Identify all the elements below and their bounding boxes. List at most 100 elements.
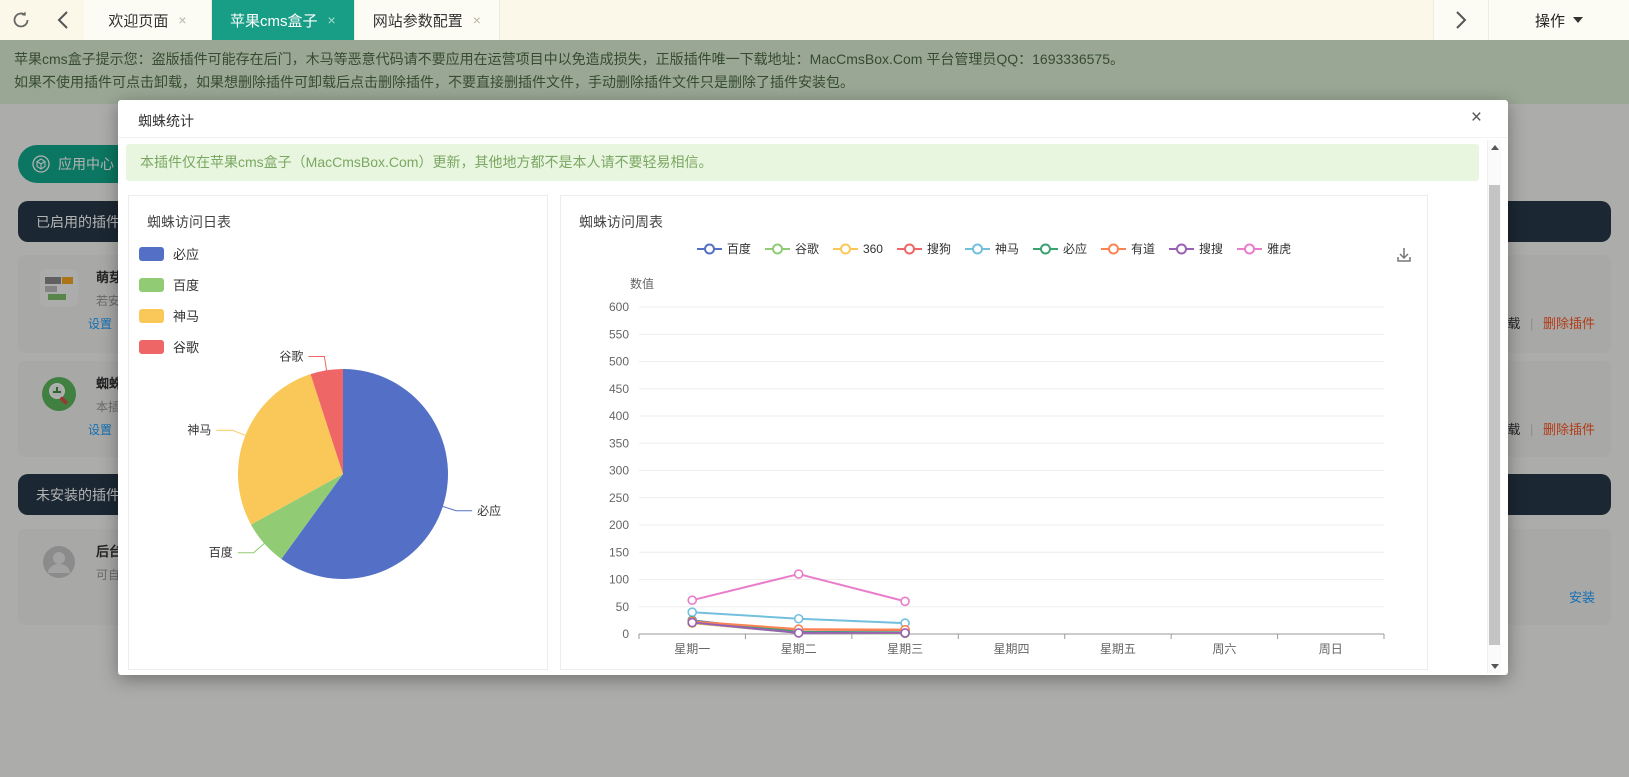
forward-icon[interactable] bbox=[1433, 0, 1489, 40]
line-card-title: 蜘蛛访问周表 bbox=[579, 212, 663, 232]
legend-swatch bbox=[139, 309, 164, 323]
modal-close-icon[interactable]: × bbox=[1471, 108, 1482, 127]
pie-slice-label: 神马 bbox=[187, 423, 211, 437]
x-axis-tick-label: 周六 bbox=[1212, 642, 1236, 656]
line-legend-item[interactable]: 雅虎 bbox=[1237, 240, 1291, 257]
legend-swatch bbox=[139, 340, 164, 354]
tab-site-config[interactable]: 网站参数配置 × bbox=[355, 0, 500, 40]
save-as-image-icon[interactable] bbox=[1395, 246, 1413, 269]
y-axis-name: 数值 bbox=[630, 276, 654, 291]
data-point-marker[interactable] bbox=[795, 615, 803, 623]
y-axis-tick-label: 150 bbox=[609, 545, 629, 559]
x-axis-tick-label: 周日 bbox=[1319, 642, 1343, 656]
pie-slice-label: 谷歌 bbox=[279, 348, 303, 363]
pie-slice-label: 百度 bbox=[209, 545, 233, 560]
back-icon[interactable] bbox=[42, 0, 84, 40]
scrollbar-up-button[interactable] bbox=[1488, 140, 1502, 154]
y-axis-tick-label: 350 bbox=[609, 436, 629, 450]
pie-legend-item[interactable]: 神马 bbox=[139, 306, 199, 325]
line-legend-icon bbox=[1169, 243, 1194, 255]
data-point-marker[interactable] bbox=[901, 597, 909, 605]
y-axis-tick-label: 250 bbox=[609, 491, 629, 505]
y-axis-tick-label: 500 bbox=[609, 355, 629, 369]
legend-label: 谷歌 bbox=[795, 240, 819, 257]
line-legend-item[interactable]: 搜搜 bbox=[1169, 240, 1223, 257]
line-legend-icon bbox=[897, 243, 922, 255]
legend-label: 360 bbox=[863, 242, 883, 256]
legend-label: 搜狗 bbox=[927, 240, 951, 257]
tab-label: 苹果cms盒子 bbox=[230, 10, 318, 31]
x-axis-tick-label: 星期一 bbox=[674, 642, 710, 656]
pie-legend-item[interactable]: 百度 bbox=[139, 275, 199, 294]
tab-bar: 欢迎页面 × 苹果cms盒子 × 网站参数配置 × 操作 bbox=[0, 0, 1629, 40]
modal-alert: 本插件仅在苹果cms盒子（MacCmsBox.Com）更新，其他地方都不是本人请… bbox=[126, 144, 1479, 181]
line-legend-item[interactable]: 必应 bbox=[1033, 240, 1087, 257]
legend-label: 必应 bbox=[1063, 240, 1087, 257]
tab-welcome[interactable]: 欢迎页面 × bbox=[84, 0, 212, 40]
line-legend-icon bbox=[1033, 243, 1058, 255]
close-icon[interactable]: × bbox=[473, 12, 481, 28]
y-axis-tick-label: 400 bbox=[609, 409, 629, 423]
refresh-icon[interactable] bbox=[0, 0, 42, 40]
line-legend-item[interactable]: 搜狗 bbox=[897, 240, 951, 257]
tabbar-right-controls: 操作 bbox=[1433, 0, 1629, 40]
data-point-marker[interactable] bbox=[688, 596, 696, 604]
close-icon[interactable]: × bbox=[328, 12, 336, 28]
modal-scrollbar bbox=[1487, 140, 1501, 673]
daily-pie-chart-card: 必应百度神马谷歌 蜘蛛访问日表 必应百度神马谷歌 bbox=[128, 195, 548, 670]
legend-label: 百度 bbox=[727, 240, 751, 257]
line-legend-icon bbox=[1237, 243, 1262, 255]
pie-slice-label: 必应 bbox=[477, 503, 501, 518]
y-axis-tick-label: 100 bbox=[609, 573, 629, 587]
spider-stats-modal: 蜘蛛统计 × 本插件仅在苹果cms盒子（MacCmsBox.Com）更新，其他地… bbox=[118, 100, 1508, 675]
line-legend: 百度 谷歌 360 搜狗 神马 必应 有道 搜搜雅虎 bbox=[561, 240, 1427, 257]
y-axis-tick-label: 450 bbox=[609, 382, 629, 396]
line-legend-icon bbox=[697, 243, 722, 255]
pie-legend-item[interactable]: 谷歌 bbox=[139, 337, 199, 356]
legend-swatch bbox=[139, 247, 164, 261]
y-axis-tick-label: 50 bbox=[616, 600, 630, 614]
line-legend-icon bbox=[833, 243, 858, 255]
legend-label: 有道 bbox=[1131, 240, 1155, 257]
actions-dropdown[interactable]: 操作 bbox=[1489, 0, 1629, 40]
pie-card-title: 蜘蛛访问日表 bbox=[147, 212, 231, 232]
tab-label: 网站参数配置 bbox=[373, 10, 463, 31]
line-legend-item[interactable]: 谷歌 bbox=[765, 240, 819, 257]
weekly-line-chart[interactable]: 0 50 100 150 200 250 300 350 400 450 500 550 600数值星期… bbox=[561, 196, 1427, 669]
legend-label: 百度 bbox=[173, 275, 199, 294]
y-axis-tick-label: 550 bbox=[609, 327, 629, 341]
pie-legend-item[interactable]: 必应 bbox=[139, 244, 199, 263]
triangle-up-icon bbox=[1491, 145, 1499, 150]
x-axis-tick-label: 星期五 bbox=[1100, 642, 1136, 656]
line-legend-item[interactable]: 有道 bbox=[1101, 240, 1155, 257]
x-axis-tick-label: 星期三 bbox=[887, 642, 923, 656]
legend-swatch bbox=[139, 278, 164, 292]
y-axis-tick-label: 0 bbox=[622, 627, 629, 641]
data-point-marker[interactable] bbox=[901, 629, 909, 637]
tab-maccmsbox[interactable]: 苹果cms盒子 × bbox=[212, 0, 355, 40]
legend-label: 必应 bbox=[173, 244, 199, 263]
modal-title: 蜘蛛统计 bbox=[138, 111, 194, 131]
y-axis-tick-label: 200 bbox=[609, 518, 629, 532]
data-point-marker[interactable] bbox=[795, 629, 803, 637]
close-icon[interactable]: × bbox=[178, 12, 186, 28]
scrollbar-thumb[interactable] bbox=[1489, 185, 1500, 645]
legend-label: 神马 bbox=[995, 240, 1019, 257]
line-legend-icon bbox=[765, 243, 790, 255]
line-legend-item[interactable]: 神马 bbox=[965, 240, 1019, 257]
legend-label: 搜搜 bbox=[1199, 240, 1223, 257]
triangle-down-icon bbox=[1491, 664, 1499, 669]
line-legend-item[interactable]: 百度 bbox=[697, 240, 751, 257]
y-axis-tick-label: 300 bbox=[609, 464, 629, 478]
line-legend-icon bbox=[1101, 243, 1126, 255]
line-legend-item[interactable]: 360 bbox=[833, 240, 883, 257]
weekly-line-chart-card: 0 50 100 150 200 250 300 350 400 450 500 550 600数值星期… bbox=[560, 195, 1428, 670]
actions-label: 操作 bbox=[1535, 10, 1565, 31]
scrollbar-down-button[interactable] bbox=[1488, 659, 1502, 673]
data-point-marker[interactable] bbox=[688, 608, 696, 616]
modal-header: 蜘蛛统计 × bbox=[118, 100, 1508, 138]
data-point-marker[interactable] bbox=[688, 619, 696, 627]
data-point-marker[interactable] bbox=[795, 570, 803, 578]
legend-label: 谷歌 bbox=[173, 337, 199, 356]
y-axis-tick-label: 600 bbox=[609, 300, 629, 314]
